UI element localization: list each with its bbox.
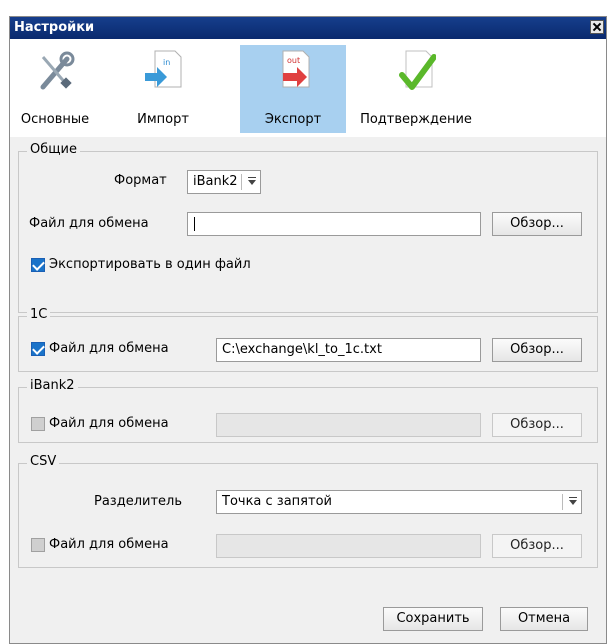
onec-browse-button[interactable]: Обзор... [492,338,582,362]
csv-browse-button[interactable]: Обзор... [492,534,582,558]
export-icon: out [282,50,310,88]
general-file-input[interactable] [187,212,481,236]
file-label: Файл для обмена [29,216,149,231]
svg-text:in: in [163,58,170,67]
format-select[interactable]: iBank2 [187,170,261,194]
tab-confirmation[interactable]: Подтверждение [356,45,476,133]
window-title: Настройки [14,20,95,35]
tab-export[interactable]: out Экспорт [240,45,346,133]
tab-label: Основные [20,112,90,127]
ibank2-file-input[interactable] [216,413,481,437]
import-icon: in [145,50,182,88]
group-csv: CSV Разделитель Точка с запятой Файл для… [18,454,598,568]
group-title: iBank2 [27,378,78,393]
checkmark-icon [399,50,436,90]
select-separator [241,174,242,190]
ibank2-checkbox[interactable] [31,417,45,431]
settings-window: Настройки Основные in Импорт out Экспорт… [9,16,607,644]
select-separator [562,494,563,510]
tab-label: Импорт [137,112,189,127]
chevron-down-icon [248,180,256,185]
select-arrow-bar [569,497,577,498]
onec-file-input[interactable]: C:\exchange\kl_to_1c.txt [216,338,481,362]
select-arrow-bar [248,177,256,178]
tab-label: Подтверждение [360,112,472,127]
tab-label: Экспорт [264,112,322,127]
group-general: Общие Формат iBank2 Файл для обмена Обзо… [18,142,598,313]
general-browse-button[interactable]: Обзор... [492,212,582,236]
group-title: CSV [27,454,60,469]
settings-tabs: Основные in Импорт out Экспорт Подтвержд [10,39,606,137]
format-label: Формат [114,173,167,188]
csv-file-label: Файл для обмена [49,537,169,552]
group-1c: 1С Файл для обмена C:\exchange\kl_to_1c.… [18,307,598,372]
separator-label: Разделитель [94,494,183,509]
checkmark [32,258,45,271]
separator-select[interactable]: Точка с запятой [216,490,582,514]
format-value: iBank2 [193,174,238,189]
single-file-label: Экспортировать в один файл [49,257,251,272]
group-title: 1С [27,307,51,322]
tab-general[interactable]: Основные [12,45,98,133]
csv-checkbox[interactable] [31,538,45,552]
checkmark [32,342,45,355]
csv-file-input[interactable] [216,534,481,558]
onec-file-label: Файл для обмена [49,341,169,356]
title-bar[interactable]: Настройки [10,17,606,39]
ibank2-file-label: Файл для обмена [49,416,169,431]
save-button[interactable]: Сохранить [383,607,483,631]
ibank2-browse-button[interactable]: Обзор... [492,413,582,437]
group-ibank2: iBank2 Файл для обмена Обзор... [18,378,598,443]
close-button[interactable] [590,20,604,34]
text-caret [194,217,195,231]
group-title: Общие [27,142,80,157]
wrench-screwdriver-icon [40,51,75,90]
chevron-down-icon [569,500,577,505]
tab-import[interactable]: in Импорт [120,45,206,133]
svg-text:out: out [287,56,300,65]
single-file-checkbox[interactable] [31,258,45,272]
cancel-button[interactable]: Отмена [500,607,588,631]
onec-checkbox[interactable] [31,342,45,356]
separator-value: Точка с запятой [222,494,332,509]
